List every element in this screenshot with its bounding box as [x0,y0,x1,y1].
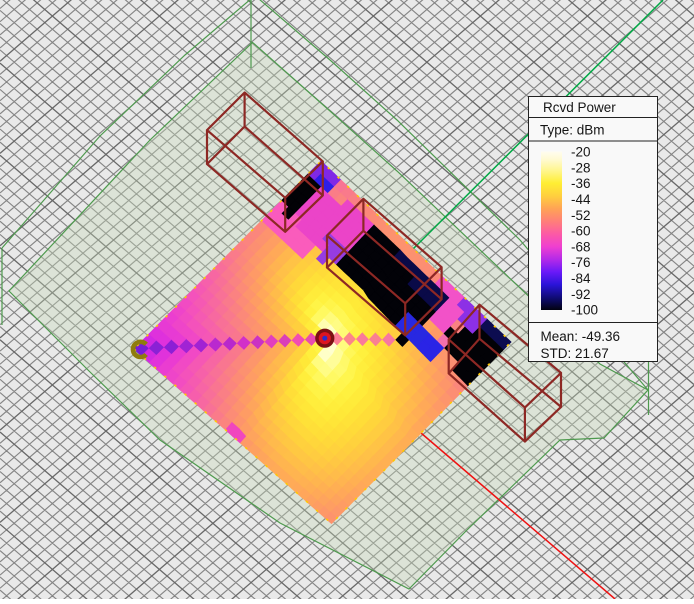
svg-text:-52: -52 [571,208,591,223]
svg-text:-84: -84 [571,271,591,286]
svg-text:-68: -68 [571,239,591,254]
svg-text:-36: -36 [571,176,591,191]
svg-text:-76: -76 [571,255,591,270]
svg-text:-60: -60 [571,224,591,239]
svg-text:Type: dBm: Type: dBm [540,123,605,138]
svg-text:-28: -28 [571,160,591,175]
svg-text:STD: 21.67: STD: 21.67 [541,346,609,361]
svg-text:-20: -20 [571,145,591,160]
svg-text:-100: -100 [571,303,598,318]
svg-text:-92: -92 [571,287,591,302]
svg-text:Mean: -49.36: Mean: -49.36 [541,329,621,344]
svg-text:-44: -44 [571,192,591,207]
svg-text:Rcvd Power: Rcvd Power [543,100,616,115]
